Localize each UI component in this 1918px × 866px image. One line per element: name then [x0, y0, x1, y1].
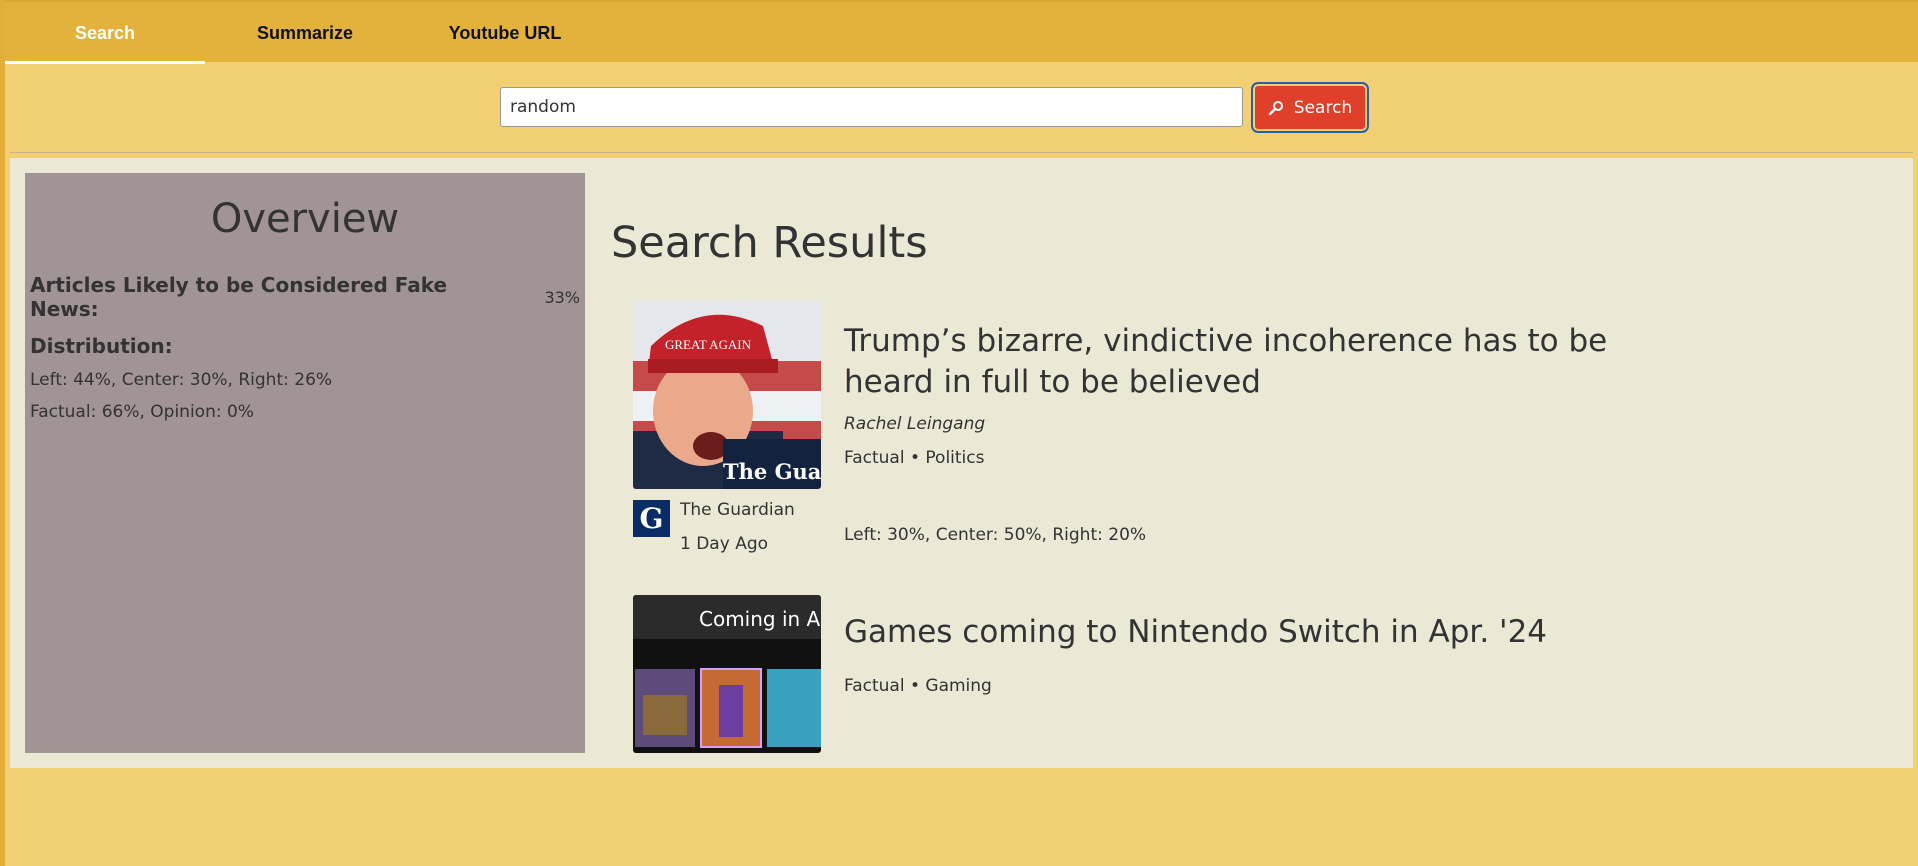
fake-news-value: 33% — [544, 287, 580, 307]
search-input[interactable] — [500, 87, 1243, 127]
search-button-label: Search — [1293, 97, 1353, 118]
hat-text: GREAT AGAIN — [665, 337, 752, 352]
overview-title: Overview — [210, 196, 400, 242]
type-distribution: Factual: 66%, Opinion: 0% — [30, 402, 254, 422]
fake-news-label: Articles Likely to be Considered Fake Ne… — [30, 273, 448, 321]
article-tags: Factual • Politics — [844, 448, 985, 468]
source-logo-icon: G — [633, 500, 670, 537]
lean-distribution: Left: 44%, Center: 30%, Right: 26% — [30, 370, 333, 390]
article-author: Rachel Leingang — [844, 414, 986, 434]
article-tags: Factual • Gaming — [844, 676, 992, 696]
thumbnail-caption: The Guardian — [723, 459, 821, 484]
thumbnail-caption: Coming in A — [699, 607, 821, 631]
distribution-label: Distribution: — [30, 334, 173, 358]
results-title: Search Results — [611, 218, 928, 268]
search-bar: Search — [5, 62, 1918, 152]
article-thumbnail[interactable]: Coming in A — [633, 595, 821, 753]
article-age: 1 Day Ago — [680, 534, 769, 554]
article-source: The Guardian — [680, 500, 795, 520]
tab-youtube-url[interactable]: Youtube URL — [405, 2, 605, 64]
top-nav: Search Summarize Youtube URL — [5, 0, 1918, 64]
article-lean: Left: 30%, Center: 50%, Right: 20% — [844, 525, 1147, 545]
search-button[interactable]: Search — [1251, 82, 1369, 133]
article-title[interactable]: Trump’s bizarre, vindictive incoherence … — [844, 321, 1684, 403]
search-icon — [1268, 100, 1283, 115]
article-title[interactable]: Games coming to Nintendo Switch in Apr. … — [844, 612, 1684, 653]
divider — [10, 152, 1913, 153]
main-content: Overview Articles Likely to be Considere… — [10, 158, 1913, 768]
overview-panel: Overview Articles Likely to be Considere… — [25, 173, 585, 753]
page-footer-space — [5, 768, 1918, 866]
article-thumbnail[interactable]: GREAT AGAIN The Guardian — [633, 301, 821, 489]
tab-summarize[interactable]: Summarize — [205, 2, 405, 64]
tab-search[interactable]: Search — [5, 2, 205, 64]
